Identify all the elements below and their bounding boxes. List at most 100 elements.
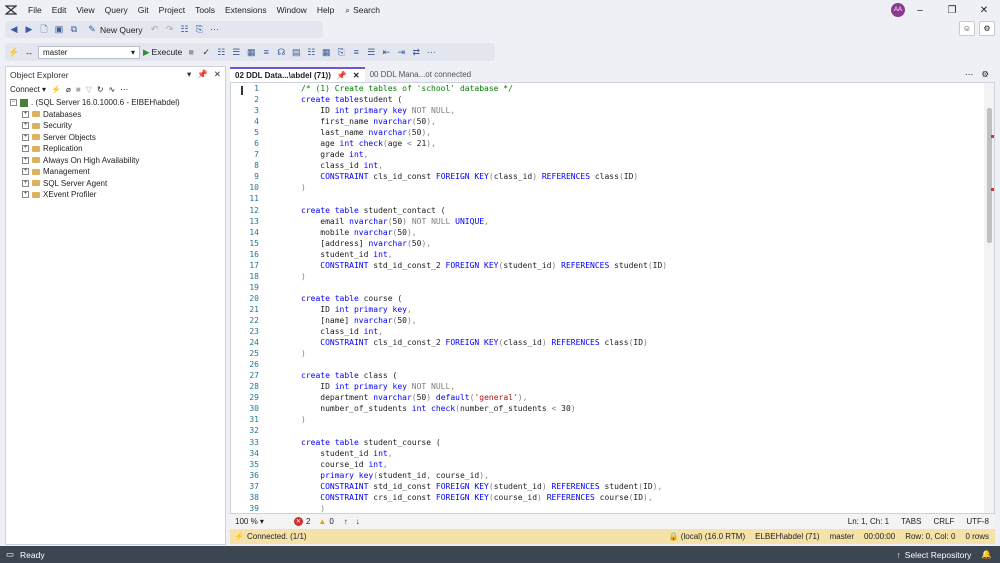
restore-button[interactable]: ❐ — [936, 5, 968, 16]
forward-icon[interactable]: ▶ — [23, 24, 35, 36]
menu-file[interactable]: File — [23, 0, 47, 20]
connect-dropdown[interactable]: Connect ▾ — [10, 85, 46, 94]
menu-extensions[interactable]: Extensions — [220, 0, 272, 20]
code-line[interactable]: ) — [301, 348, 667, 359]
copy-icon[interactable]: ⎘ — [194, 24, 206, 36]
errors-indicator[interactable]: ✕ 2 — [293, 517, 310, 526]
feedback-icon[interactable]: ☺ — [959, 21, 975, 36]
minimize-button[interactable]: – — [904, 5, 936, 16]
code-line[interactable]: ID int primary key, — [301, 304, 667, 315]
close-tab-icon[interactable]: ✕ — [353, 71, 360, 80]
tab-overflow-icon[interactable]: ⋯ — [965, 69, 974, 80]
new-query-button[interactable]: ✎ New Query — [83, 24, 146, 36]
code-line[interactable]: CONSTRAINT std_id_const FOREIGN KEY(stud… — [301, 481, 667, 492]
code-line[interactable]: /* (1) Create tables of 'school' databas… — [301, 83, 667, 94]
change-connection-icon[interactable]: ↔ — [23, 46, 35, 58]
connect-icon[interactable]: ⚡ — [8, 46, 20, 58]
menu-edit[interactable]: Edit — [47, 0, 72, 20]
tree-node[interactable]: + Always On High Availability — [10, 155, 225, 167]
close-window-button[interactable]: ✕ — [968, 5, 1000, 16]
code-line[interactable]: primary key(student_id, course_id), — [301, 470, 667, 481]
menu-tools[interactable]: Tools — [190, 0, 220, 20]
pin-tab-icon[interactable]: 📌 — [337, 71, 347, 80]
filter-icon[interactable]: ▽ — [86, 85, 92, 94]
comment-icon[interactable]: ≡ — [350, 46, 362, 58]
code-line[interactable]: ID int primary key NOT NULL, — [301, 381, 667, 392]
query-options-icon[interactable]: ☰ — [230, 46, 242, 58]
undo-icon[interactable]: ↶ — [149, 24, 161, 36]
code-line[interactable]: CONSTRAINT std_id_const_2 FOREIGN KEY(st… — [301, 260, 667, 271]
refresh-icon[interactable]: ↻ — [97, 85, 104, 94]
expand-icon[interactable]: + — [22, 110, 29, 118]
select-repository[interactable]: Select Repository — [905, 550, 972, 560]
code-line[interactable] — [301, 359, 667, 370]
code-line[interactable]: number_of_students int check(number_of_s… — [301, 403, 667, 414]
code-line[interactable]: ) — [301, 503, 667, 513]
code-line[interactable]: create table student_contact ( — [301, 205, 667, 216]
code-line[interactable]: [name] nvarchar(50), — [301, 315, 667, 326]
code-line[interactable]: ) — [301, 414, 667, 425]
redo-icon[interactable]: ↷ — [164, 24, 176, 36]
prev-error-icon[interactable]: ↑ — [344, 517, 348, 526]
code-line[interactable]: create table student_course ( — [301, 437, 667, 448]
more-icon[interactable]: ⋯ — [209, 24, 221, 36]
code-line[interactable]: age int check(age < 21), — [301, 138, 667, 149]
warnings-indicator[interactable]: ▲ 0 — [318, 517, 333, 526]
code-line[interactable]: email nvarchar(50) NOT NULL UNIQUE, — [301, 216, 667, 227]
code-line[interactable]: [address] nvarchar(50), — [301, 238, 667, 249]
code-line[interactable]: class_id int, — [301, 160, 667, 171]
expand-icon[interactable]: + — [22, 133, 29, 141]
expand-icon[interactable]: + — [22, 145, 29, 153]
collapse-icon[interactable]: − — [10, 99, 17, 107]
code-line[interactable]: ) — [301, 271, 667, 282]
oe-more-icon[interactable]: ⋯ — [120, 85, 128, 94]
code-line[interactable]: ID int primary key NOT NULL, — [301, 105, 667, 116]
save-icon[interactable]: ▣ — [53, 24, 65, 36]
back-icon[interactable]: ◀ — [8, 24, 20, 36]
stop-oe-icon[interactable]: ■ — [76, 85, 81, 94]
execute-button[interactable]: ▶ Execute — [143, 47, 182, 58]
live-stats-icon[interactable]: ▤ — [290, 46, 302, 58]
indent-mode[interactable]: TABS — [901, 517, 921, 526]
code-line[interactable] — [301, 193, 667, 204]
code-line[interactable]: last_name nvarchar(50), — [301, 127, 667, 138]
menu-window[interactable]: Window — [272, 0, 312, 20]
code-line[interactable]: course_id int, — [301, 459, 667, 470]
tab-ddl-management[interactable]: 00 DDL Mana...ot connected — [365, 67, 477, 82]
expand-icon[interactable]: + — [22, 179, 29, 187]
panel-dropdown-icon[interactable]: ▾ — [187, 69, 191, 80]
pin-icon[interactable]: 📌 — [197, 69, 208, 80]
code-line[interactable]: CONSTRAINT cls_id_const_2 FOREIGN KEY(cl… — [301, 337, 667, 348]
code-line[interactable]: mobile nvarchar(50), — [301, 227, 667, 238]
code-line[interactable]: grade int, — [301, 149, 667, 160]
expand-icon[interactable]: + — [22, 191, 29, 199]
save-all-icon[interactable]: ⧉ — [68, 24, 80, 36]
zoom-select[interactable]: 100 % ▾ — [235, 517, 264, 526]
toolbar-more-icon[interactable]: ⋯ — [425, 46, 437, 58]
code-line[interactable]: CONSTRAINT crs_id_const FOREIGN KEY(cour… — [301, 492, 667, 503]
include-plan-icon[interactable]: ☊ — [275, 46, 287, 58]
code-line[interactable] — [301, 282, 667, 293]
tree-node[interactable]: + XEvent Profiler — [10, 189, 225, 201]
menu-view[interactable]: View — [71, 0, 99, 20]
indent-icon[interactable]: ⇥ — [395, 46, 407, 58]
activity-icon[interactable]: ∿ — [109, 85, 116, 94]
code-line[interactable] — [301, 425, 667, 436]
connect-plug-icon[interactable]: ⚡ — [51, 85, 61, 94]
line-ending[interactable]: CRLF — [933, 517, 954, 526]
tree-server-node[interactable]: − . (SQL Server 16.0.1000.6 - EIBEH\abde… — [10, 97, 225, 109]
expand-icon[interactable]: + — [22, 122, 29, 130]
tree-node[interactable]: + Management — [10, 166, 225, 178]
menu-help[interactable]: Help — [312, 0, 339, 20]
next-error-icon[interactable]: ↓ — [356, 517, 360, 526]
tab-settings-icon[interactable]: ⚙ — [981, 69, 989, 80]
expand-icon[interactable]: + — [22, 168, 29, 176]
code-line[interactable]: student_id int, — [301, 249, 667, 260]
vertical-scrollbar[interactable] — [984, 83, 994, 513]
database-select[interactable]: master ▾ — [38, 45, 140, 59]
encoding[interactable]: UTF-8 — [966, 517, 989, 526]
new-file-icon[interactable]: 🗋 — [38, 24, 50, 36]
tree-node[interactable]: + Replication — [10, 143, 225, 155]
tree-node[interactable]: + SQL Server Agent — [10, 178, 225, 190]
stop-icon[interactable]: ■ — [185, 46, 197, 58]
